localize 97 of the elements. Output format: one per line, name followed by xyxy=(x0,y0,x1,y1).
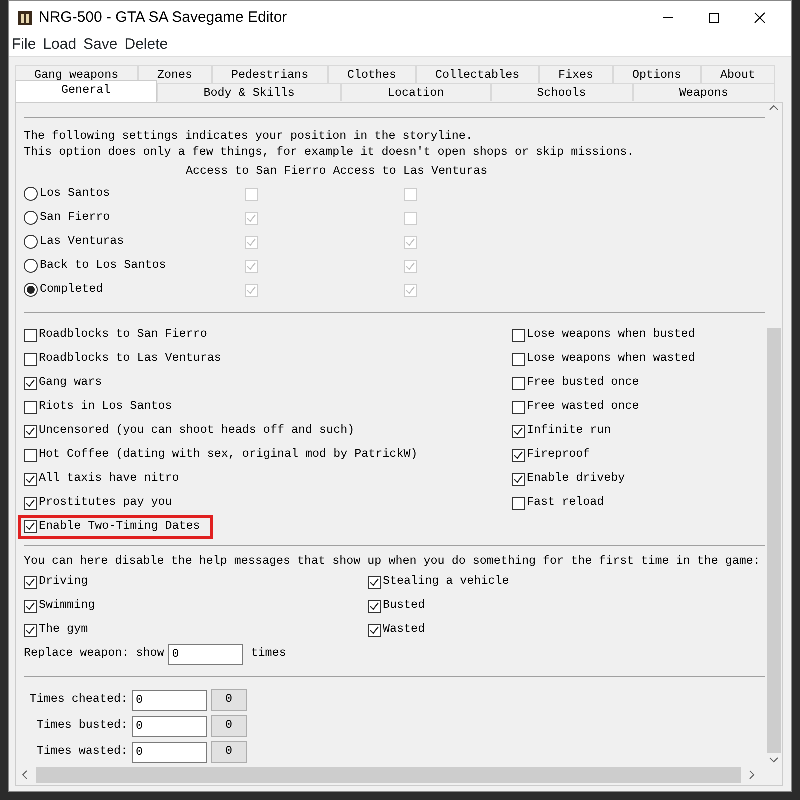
tab[interactable]: Collectables xyxy=(416,65,540,83)
counter-button[interactable]: 0 xyxy=(211,741,247,763)
radio-button[interactable] xyxy=(24,282,38,297)
checkbox-label: Free wasted once xyxy=(527,398,640,416)
counter-button[interactable]: 0 xyxy=(211,689,247,711)
menu-item[interactable]: File xyxy=(12,34,36,57)
checkbox[interactable] xyxy=(512,376,525,390)
checkbox[interactable] xyxy=(368,624,381,636)
checkbox[interactable] xyxy=(24,472,37,486)
app-icon xyxy=(17,10,33,26)
radio-button[interactable] xyxy=(24,258,38,273)
tab[interactable]: Fixes xyxy=(539,65,614,83)
column-header: Access to Las Venturas xyxy=(333,163,488,180)
field-label: Times busted: xyxy=(36,717,128,734)
checkbox-label: Hot Coffee (dating with sex, original mod by PatrickW) xyxy=(39,446,418,464)
checkbox-label: All taxis have nitro xyxy=(39,470,180,488)
description-text: This option does only a few things, for example it doesn't open shops or skip missions. xyxy=(24,144,636,160)
scrollbar-thumb[interactable] xyxy=(36,767,741,783)
checkbox-label: Uncensored (you can shoot heads off and such) xyxy=(39,422,355,440)
checkbox[interactable] xyxy=(24,520,37,534)
radio-button[interactable] xyxy=(24,186,38,201)
checkbox[interactable] xyxy=(24,400,37,414)
checkbox-label: Stealing a vehicle xyxy=(383,573,510,590)
checkbox[interactable] xyxy=(512,448,525,462)
checkbox-label: Swimming xyxy=(39,597,96,614)
checkbox-label: Wasted xyxy=(383,621,426,638)
checkbox[interactable] xyxy=(24,448,37,462)
checkbox[interactable] xyxy=(24,576,37,588)
checkbox[interactable] xyxy=(24,376,37,390)
checkbox[interactable] xyxy=(368,600,381,612)
checkbox-label: Busted xyxy=(383,597,426,614)
menu-item[interactable]: Load xyxy=(43,34,77,57)
checkbox[interactable] xyxy=(24,424,37,438)
checkbox[interactable] xyxy=(24,328,37,342)
field-label: Times wasted: xyxy=(36,743,128,760)
checkbox-label: Infinite run xyxy=(527,422,612,440)
checkbox-label: Riots in Los Santos xyxy=(39,398,172,416)
radio-button[interactable] xyxy=(24,234,38,249)
checkbox-label: Fast reload xyxy=(527,494,604,512)
checkbox-label: Free busted once xyxy=(527,374,640,392)
close-icon xyxy=(754,12,766,24)
checkbox[interactable] xyxy=(512,472,525,486)
radio-label: Completed xyxy=(40,281,104,298)
checkbox[interactable] xyxy=(512,496,525,510)
radio-label: San Fierro xyxy=(40,209,110,226)
tab[interactable]: Body & Skills xyxy=(157,83,342,101)
checkbox-label: Enable Two-Timing Dates xyxy=(39,518,200,536)
column-header: Access to San Fierro xyxy=(186,163,326,180)
checkbox-label: Prostitutes pay you xyxy=(39,494,172,512)
window-title: NRG-500 - GTA SA Savegame Editor xyxy=(39,8,288,28)
tab[interactable]: Zones xyxy=(138,65,212,83)
tab[interactable]: Options xyxy=(613,65,701,83)
input-field[interactable]: 0 xyxy=(168,644,244,664)
tab[interactable]: Pedestrians xyxy=(212,65,328,83)
description-text: The following settings indicates your position in the storyline. xyxy=(24,128,474,144)
checkbox-label: Gang wars xyxy=(39,374,102,392)
checkbox-label: Roadblocks to San Fierro xyxy=(39,326,208,344)
checkbox[interactable] xyxy=(512,400,525,414)
checkbox[interactable] xyxy=(24,496,37,510)
scrollbar-thumb[interactable] xyxy=(766,328,780,753)
counter-button[interactable]: 0 xyxy=(211,715,247,737)
field-label: Replace weapon: show xyxy=(24,645,164,662)
tab[interactable]: Clothes xyxy=(328,65,416,83)
checkbox-label: Fireproof xyxy=(527,446,590,464)
radio-label: Las Venturas xyxy=(40,233,124,250)
checkbox[interactable] xyxy=(24,352,37,366)
checkbox-label: Roadblocks to Las Venturas xyxy=(39,350,222,368)
input-field[interactable]: 0 xyxy=(132,742,207,762)
field-label: Times cheated: xyxy=(28,691,128,708)
maximize-icon xyxy=(708,12,720,24)
checkbox[interactable] xyxy=(512,352,525,366)
menu-item[interactable]: Save xyxy=(84,34,118,57)
checkbox[interactable] xyxy=(24,624,37,636)
checkbox[interactable] xyxy=(512,328,525,342)
input-field[interactable]: 0 xyxy=(132,716,207,736)
tab[interactable]: Schools xyxy=(490,83,633,101)
tab[interactable]: About xyxy=(701,65,775,83)
menu-item[interactable]: Delete xyxy=(124,34,168,57)
checkbox-label: The gym xyxy=(39,621,88,638)
checkbox-label: Lose weapons when busted xyxy=(527,326,696,344)
field-label: times xyxy=(251,645,286,662)
tab[interactable]: General xyxy=(15,80,158,102)
checkbox-label: Lose weapons when wasted xyxy=(527,350,696,368)
tab[interactable]: Weapons xyxy=(632,83,776,101)
checkbox[interactable] xyxy=(512,424,525,438)
radio-button[interactable] xyxy=(24,210,38,225)
checkbox-label: Enable driveby xyxy=(527,470,626,488)
checkbox[interactable] xyxy=(24,600,37,612)
help-text: You can here disable the help messages that show up when you do something for the first time in the game: xyxy=(24,553,762,570)
checkbox-label: Driving xyxy=(39,573,88,590)
checkbox[interactable] xyxy=(368,576,381,588)
scroll-down-icon[interactable] xyxy=(768,755,780,765)
scroll-up-icon[interactable] xyxy=(768,103,780,113)
input-field[interactable]: 0 xyxy=(132,690,207,710)
tab[interactable]: Location xyxy=(341,83,491,101)
radio-label: Los Santos xyxy=(40,185,110,202)
radio-label: Back to Los Santos xyxy=(40,257,166,274)
